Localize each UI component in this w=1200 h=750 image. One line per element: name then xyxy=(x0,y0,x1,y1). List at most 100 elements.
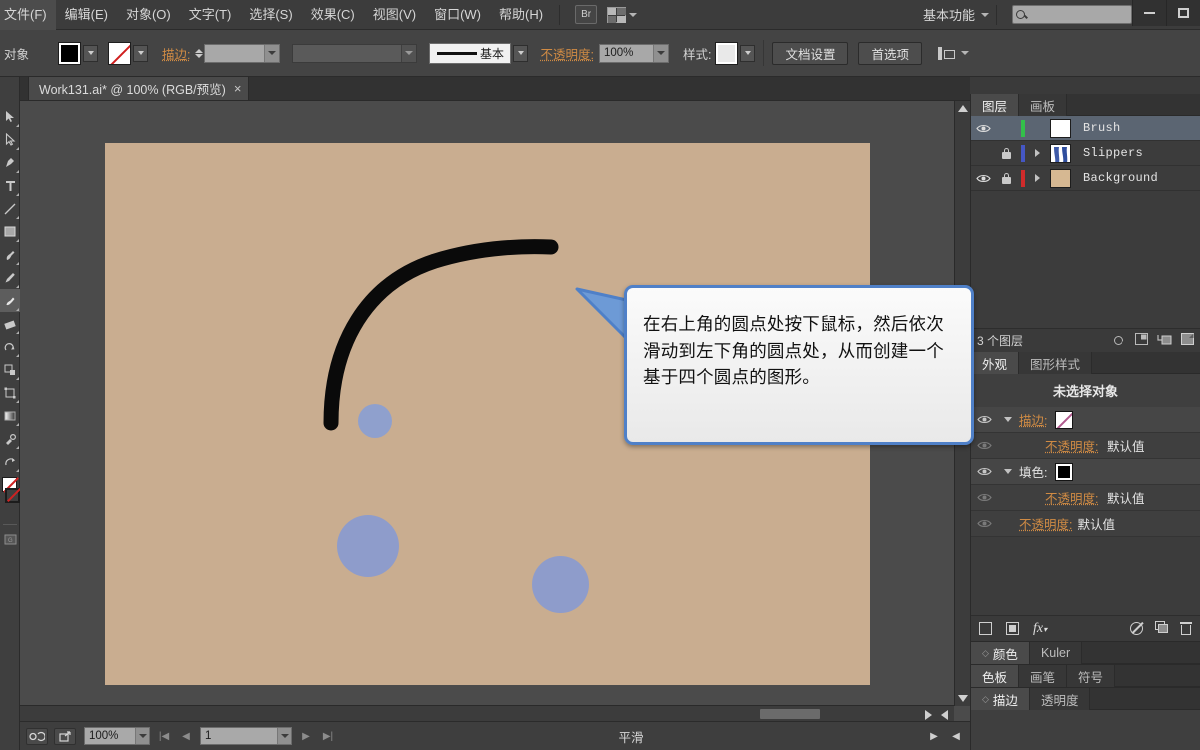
tool-gradient[interactable] xyxy=(0,404,20,427)
maximize-button[interactable] xyxy=(1166,0,1200,26)
tool-free-transform[interactable] xyxy=(0,381,20,404)
opacity-chevron-down-icon[interactable] xyxy=(652,44,668,62)
add-new-fill-icon[interactable] xyxy=(1006,622,1019,635)
tab-color[interactable]: ◇ 颜色 xyxy=(971,642,1030,664)
appearance-empty-space[interactable] xyxy=(971,537,1200,615)
eye-icon[interactable] xyxy=(971,124,995,133)
stroke-chevron-down-icon[interactable] xyxy=(133,44,148,62)
appearance-row-fill-opacity[interactable]: 不透明度: 默认值 xyxy=(971,485,1200,511)
create-sublayer-icon[interactable] xyxy=(1157,333,1172,348)
anchor-dot-2[interactable] xyxy=(337,515,399,577)
menu-item-window[interactable]: 窗口(W) xyxy=(425,0,490,30)
table-row[interactable]: Background xyxy=(971,166,1200,191)
menu-item-object[interactable]: 对象(O) xyxy=(117,0,180,30)
layer-name[interactable]: Slippers xyxy=(1075,146,1143,160)
menu-item-type[interactable]: 文字(T) xyxy=(180,0,241,30)
tool-rotate[interactable] xyxy=(0,335,20,358)
delete-item-icon[interactable] xyxy=(1180,622,1192,635)
menu-item-file[interactable]: 文件(F) xyxy=(0,0,56,30)
expand-triangle-icon[interactable] xyxy=(1029,174,1045,182)
opacity-label[interactable]: 不透明度: xyxy=(540,44,593,63)
preferences-button[interactable]: 首选项 xyxy=(858,41,922,65)
search-input[interactable] xyxy=(1012,5,1132,24)
tool-blob-brush[interactable] xyxy=(0,289,20,312)
document-setup-button[interactable]: 文档设置 xyxy=(772,41,849,65)
tab-symbols[interactable]: 符号 xyxy=(1067,665,1116,687)
status-menu-left-icon[interactable]: ◀ xyxy=(948,727,964,745)
tool-scale[interactable] xyxy=(0,358,20,381)
align-icon[interactable] xyxy=(937,46,955,60)
appearance-row-label[interactable]: 不透明度: xyxy=(1045,492,1098,506)
table-row[interactable]: Slippers xyxy=(971,141,1200,166)
layers-empty-space[interactable] xyxy=(971,191,1200,328)
stroke-none-swatch[interactable] xyxy=(5,488,20,503)
stroke-style-chevron-down-icon[interactable] xyxy=(401,44,417,62)
share-on-behance-icon[interactable] xyxy=(54,727,76,745)
stroke-weight-label[interactable]: 描边: xyxy=(162,44,190,63)
table-row[interactable]: Brush xyxy=(971,116,1200,141)
tab-transparency[interactable]: 透明度 xyxy=(1029,688,1091,710)
stroke-weight-chevron-down-icon[interactable] xyxy=(264,44,280,62)
anchor-dot-1[interactable] xyxy=(358,404,392,438)
profile-chevron-down-icon[interactable] xyxy=(513,44,529,62)
menu-item-edit[interactable]: 编辑(E) xyxy=(56,0,117,30)
locate-object-icon[interactable] xyxy=(1114,336,1123,345)
graphic-style-swatch[interactable] xyxy=(715,41,739,65)
stroke-style-field[interactable] xyxy=(292,43,418,63)
duplicate-item-icon[interactable] xyxy=(1155,621,1168,636)
fx-icon[interactable]: fx▾ xyxy=(1033,621,1047,637)
make-clipping-mask-icon[interactable] xyxy=(1135,333,1148,348)
close-icon[interactable]: × xyxy=(234,82,242,95)
menu-item-select[interactable]: 选择(S) xyxy=(240,0,301,30)
variable-width-profile[interactable]: 基本 xyxy=(429,42,512,64)
stroke-weight-stepper[interactable] xyxy=(195,43,281,63)
stroke-weight-field[interactable] xyxy=(204,43,281,63)
align-chevron-down-icon[interactable] xyxy=(960,51,969,55)
style-chevron-down-icon[interactable] xyxy=(740,44,756,62)
fill-swatch[interactable] xyxy=(58,41,81,65)
first-artboard-button[interactable]: |◀ xyxy=(156,727,172,745)
appearance-row-object-opacity[interactable]: 不透明度: 默认值 xyxy=(971,511,1200,537)
expand-triangle-icon[interactable] xyxy=(1029,149,1045,157)
tab-appearance[interactable]: 外观 xyxy=(971,352,1020,374)
menu-item-effect[interactable]: 效果(C) xyxy=(302,0,364,30)
fill-color-control[interactable] xyxy=(58,41,98,65)
artboard-chevron-down-icon[interactable] xyxy=(277,728,291,744)
stroke-swatch[interactable] xyxy=(1055,410,1074,429)
tab-brushes[interactable]: 画笔 xyxy=(1019,665,1068,687)
tool-direct-selection[interactable] xyxy=(0,128,20,151)
search-field[interactable] xyxy=(1028,8,1123,21)
eye-icon[interactable] xyxy=(971,441,997,450)
status-menu-right-icon[interactable]: ▶ xyxy=(926,727,942,745)
canvas-horizontal-scrollbar[interactable] xyxy=(20,705,954,721)
tab-artboards[interactable]: 画板 xyxy=(1019,94,1068,116)
expand-triangle-icon[interactable] xyxy=(997,417,1019,422)
artboard-navigation-icon[interactable] xyxy=(26,727,48,745)
opacity-field[interactable]: 100% xyxy=(598,43,669,63)
tab-layers[interactable]: 图层 xyxy=(971,94,1020,116)
create-new-layer-icon[interactable] xyxy=(1181,333,1194,348)
workspace-switcher-label[interactable]: 基本功能 xyxy=(923,5,975,24)
minimize-button[interactable] xyxy=(1132,0,1166,26)
appearance-row-label[interactable]: 不透明度: xyxy=(1019,514,1072,533)
document-tab[interactable]: Work131.ai* @ 100% (RGB/预览) × xyxy=(28,76,250,100)
layer-name[interactable]: Background xyxy=(1075,171,1158,185)
menu-item-help[interactable]: 帮助(H) xyxy=(490,0,552,30)
lock-icon[interactable] xyxy=(995,172,1017,184)
tool-blend[interactable] xyxy=(0,450,20,473)
arrange-documents-button[interactable] xyxy=(607,6,638,23)
appearance-row-label[interactable]: 不透明度: xyxy=(1045,440,1098,454)
clear-appearance-icon[interactable] xyxy=(1130,622,1143,635)
zoom-chevron-down-icon[interactable] xyxy=(135,728,149,744)
tab-stroke[interactable]: ◇ 描边 xyxy=(971,688,1030,710)
fill-chevron-down-icon[interactable] xyxy=(83,44,98,62)
workspace-chevron-down-icon[interactable] xyxy=(981,12,989,17)
appearance-row-fill[interactable]: 填色: xyxy=(971,459,1200,485)
anchor-dot-3[interactable] xyxy=(532,556,589,613)
bridge-button[interactable]: Br xyxy=(575,5,598,24)
prev-artboard-button[interactable]: ◀ xyxy=(178,727,194,745)
stroke-swatch-none[interactable] xyxy=(108,41,131,65)
tool-eraser[interactable] xyxy=(0,312,20,335)
stepper-arrows-icon[interactable] xyxy=(195,48,204,58)
menu-item-view[interactable]: 视图(V) xyxy=(364,0,425,30)
